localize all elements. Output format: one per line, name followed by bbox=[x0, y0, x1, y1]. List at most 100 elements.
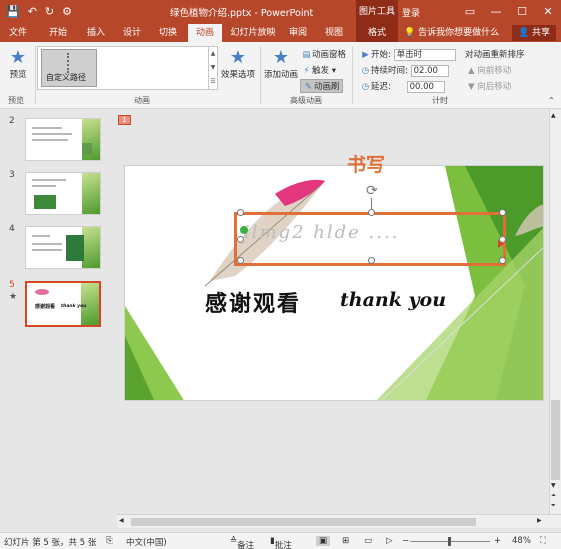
person-icon: 👤 bbox=[517, 28, 530, 38]
tab-slideshow[interactable]: 幻灯片放映 bbox=[228, 24, 278, 42]
tell-me-search[interactable]: 💡 告诉我你想要做什么 bbox=[404, 24, 499, 42]
zoom-out-icon[interactable]: − bbox=[402, 536, 409, 546]
vertical-scroll-thumb[interactable] bbox=[551, 400, 560, 480]
slide-thumbnail[interactable] bbox=[25, 118, 101, 161]
horizontal-scroll-thumb[interactable] bbox=[131, 518, 476, 526]
reorder-label: 对动画重新排序 bbox=[465, 50, 525, 60]
resize-handle[interactable] bbox=[499, 257, 506, 264]
prev-slide-icon[interactable]: ⏶ bbox=[551, 492, 556, 500]
tab-file[interactable]: 文件 bbox=[4, 24, 32, 42]
thumb-text-line bbox=[32, 133, 72, 135]
vertical-scrollbar[interactable]: ▲ ▼ ⏶ ⏷ bbox=[549, 110, 561, 514]
animation-gallery[interactable]: 自定义路径 ▲ ▼ ☰ bbox=[37, 46, 218, 90]
animation-name-heading: 书写 bbox=[347, 154, 386, 176]
slideshow-icon[interactable]: ▷ bbox=[386, 536, 393, 546]
tab-transitions[interactable]: 切换 bbox=[154, 24, 182, 42]
animation-tag[interactable]: 1 bbox=[118, 115, 131, 125]
ribbon-display-icon[interactable]: ▭ bbox=[457, 0, 483, 24]
redo-icon[interactable]: ↻ bbox=[45, 4, 54, 20]
group-label-timing: 计时 bbox=[432, 96, 448, 105]
title-bar: 💾 ↶ ↻ ⚙ 绿色植物介绍.pptx - PowerPoint 图片工具 登录… bbox=[0, 0, 561, 24]
path-end-icon[interactable] bbox=[498, 240, 504, 248]
zoom-in-icon[interactable]: + bbox=[494, 536, 501, 546]
resize-handle[interactable] bbox=[499, 209, 506, 216]
arrow-up-icon: ▲ bbox=[468, 66, 475, 76]
login-link[interactable]: 登录 bbox=[402, 6, 420, 19]
thanks-english-text[interactable]: thank you bbox=[340, 289, 446, 311]
animation-pane-button[interactable]: ▤动画窗格 bbox=[301, 48, 346, 60]
resize-handle[interactable] bbox=[237, 209, 244, 216]
scroll-up-icon[interactable]: ▲ bbox=[551, 112, 556, 119]
undo-icon[interactable]: ↶ bbox=[28, 4, 37, 20]
thanks-chinese-text[interactable]: 感谢观看 bbox=[205, 286, 301, 318]
duration-row: ◷ 持续时间: 02.00 bbox=[360, 64, 449, 77]
zoom-slider-thumb[interactable] bbox=[448, 537, 451, 546]
thumb-image bbox=[66, 235, 84, 261]
comments-button[interactable]: ▮ 批注 bbox=[270, 536, 292, 549]
effect-options-button[interactable]: ★ 效果选项 bbox=[220, 48, 256, 81]
rotate-handle-icon[interactable]: ⟳ bbox=[366, 183, 378, 199]
resize-handle[interactable] bbox=[368, 209, 375, 216]
preview-button[interactable]: ★ 预览 bbox=[4, 48, 32, 81]
normal-view-icon[interactable]: ▣ bbox=[316, 536, 331, 546]
thumb-image bbox=[34, 195, 56, 209]
save-icon[interactable]: 💾 bbox=[6, 4, 20, 20]
scroll-left-icon[interactable]: ◀ bbox=[119, 517, 124, 524]
share-button[interactable]: 👤 共享 bbox=[512, 25, 556, 41]
collapse-ribbon-icon[interactable]: ⌃ bbox=[548, 96, 555, 105]
duration-input[interactable]: 02.00 bbox=[410, 64, 449, 77]
tab-format[interactable]: 格式 bbox=[356, 24, 398, 42]
tab-home[interactable]: 开始 bbox=[44, 24, 72, 42]
maximize-icon[interactable]: ☐ bbox=[509, 0, 535, 24]
add-animation-button[interactable]: ★ 添加动画 bbox=[264, 48, 298, 81]
start-select[interactable]: 单击时 bbox=[393, 48, 456, 61]
slide-number: 5 bbox=[9, 280, 15, 290]
scroll-down-icon[interactable]: ▼ bbox=[551, 482, 556, 489]
horizontal-scrollbar[interactable]: ◀ ▶ bbox=[117, 514, 561, 528]
move-earlier-button[interactable]: ▲ 向前移动 bbox=[468, 64, 511, 76]
tell-me-text: 告诉我你想要做什么 bbox=[418, 28, 500, 38]
picture-tools-label: 图片工具 bbox=[356, 0, 398, 24]
move-later-button[interactable]: ▼ 向后移动 bbox=[468, 80, 511, 92]
slide-canvas[interactable] bbox=[124, 165, 544, 401]
notes-button[interactable]: ≙ 备注 bbox=[230, 536, 254, 549]
custom-path-icon bbox=[67, 53, 71, 73]
thumb-text-line bbox=[32, 139, 68, 141]
spellcheck-icon[interactable]: ⎘ bbox=[106, 536, 113, 546]
tab-view[interactable]: 视图 bbox=[320, 24, 348, 42]
arrow-down-icon: ▼ bbox=[468, 82, 475, 92]
group-label-advanced: 高级动画 bbox=[290, 96, 322, 105]
next-slide-icon[interactable]: ⏷ bbox=[551, 502, 556, 510]
scroll-right-icon[interactable]: ▶ bbox=[537, 517, 542, 524]
trigger-button[interactable]: ⚡ 触发 ▾ bbox=[301, 64, 336, 76]
tab-insert[interactable]: 插入 bbox=[82, 24, 110, 42]
thumb-text-line bbox=[32, 127, 62, 129]
resize-handle[interactable] bbox=[368, 257, 375, 264]
tab-animations[interactable]: 动画 bbox=[188, 24, 222, 42]
slide-thumbnail[interactable] bbox=[25, 226, 101, 269]
slide-thumbnail-selected[interactable]: 感谢观看 thank you bbox=[25, 281, 101, 327]
language-indicator[interactable]: 中文(中国) bbox=[126, 536, 167, 548]
zoom-level[interactable]: 48% bbox=[512, 536, 531, 546]
resize-handle[interactable] bbox=[237, 257, 244, 264]
reading-view-icon[interactable]: ▭ bbox=[364, 536, 372, 546]
delay-input[interactable]: 00.00 bbox=[406, 80, 445, 93]
fit-slide-icon[interactable]: ⛶ bbox=[540, 536, 546, 546]
gallery-item-custom-path[interactable]: 自定义路径 bbox=[41, 49, 97, 87]
thumb-decoration bbox=[82, 173, 100, 214]
minimize-icon[interactable]: — bbox=[483, 0, 509, 24]
close-icon[interactable]: ✕ bbox=[535, 0, 561, 24]
animation-star-icon: ★ bbox=[9, 292, 18, 302]
thumb-feather bbox=[35, 289, 49, 295]
gallery-scroll[interactable]: ▲ ▼ ☰ bbox=[208, 47, 217, 89]
slide-thumbnail[interactable] bbox=[25, 172, 101, 215]
customize-icon[interactable]: ⚙ bbox=[62, 4, 72, 20]
tab-review[interactable]: 审阅 bbox=[284, 24, 312, 42]
animation-painter-button[interactable]: ✎ 动画刷 bbox=[300, 79, 343, 93]
preview-label: 预览 bbox=[9, 70, 27, 80]
tab-design[interactable]: 设计 bbox=[118, 24, 146, 42]
resize-handle[interactable] bbox=[237, 236, 244, 243]
window-controls: ▭ — ☐ ✕ bbox=[457, 0, 561, 24]
slide-sorter-icon[interactable]: ⊞ bbox=[342, 536, 349, 546]
path-start-icon[interactable] bbox=[240, 226, 248, 234]
